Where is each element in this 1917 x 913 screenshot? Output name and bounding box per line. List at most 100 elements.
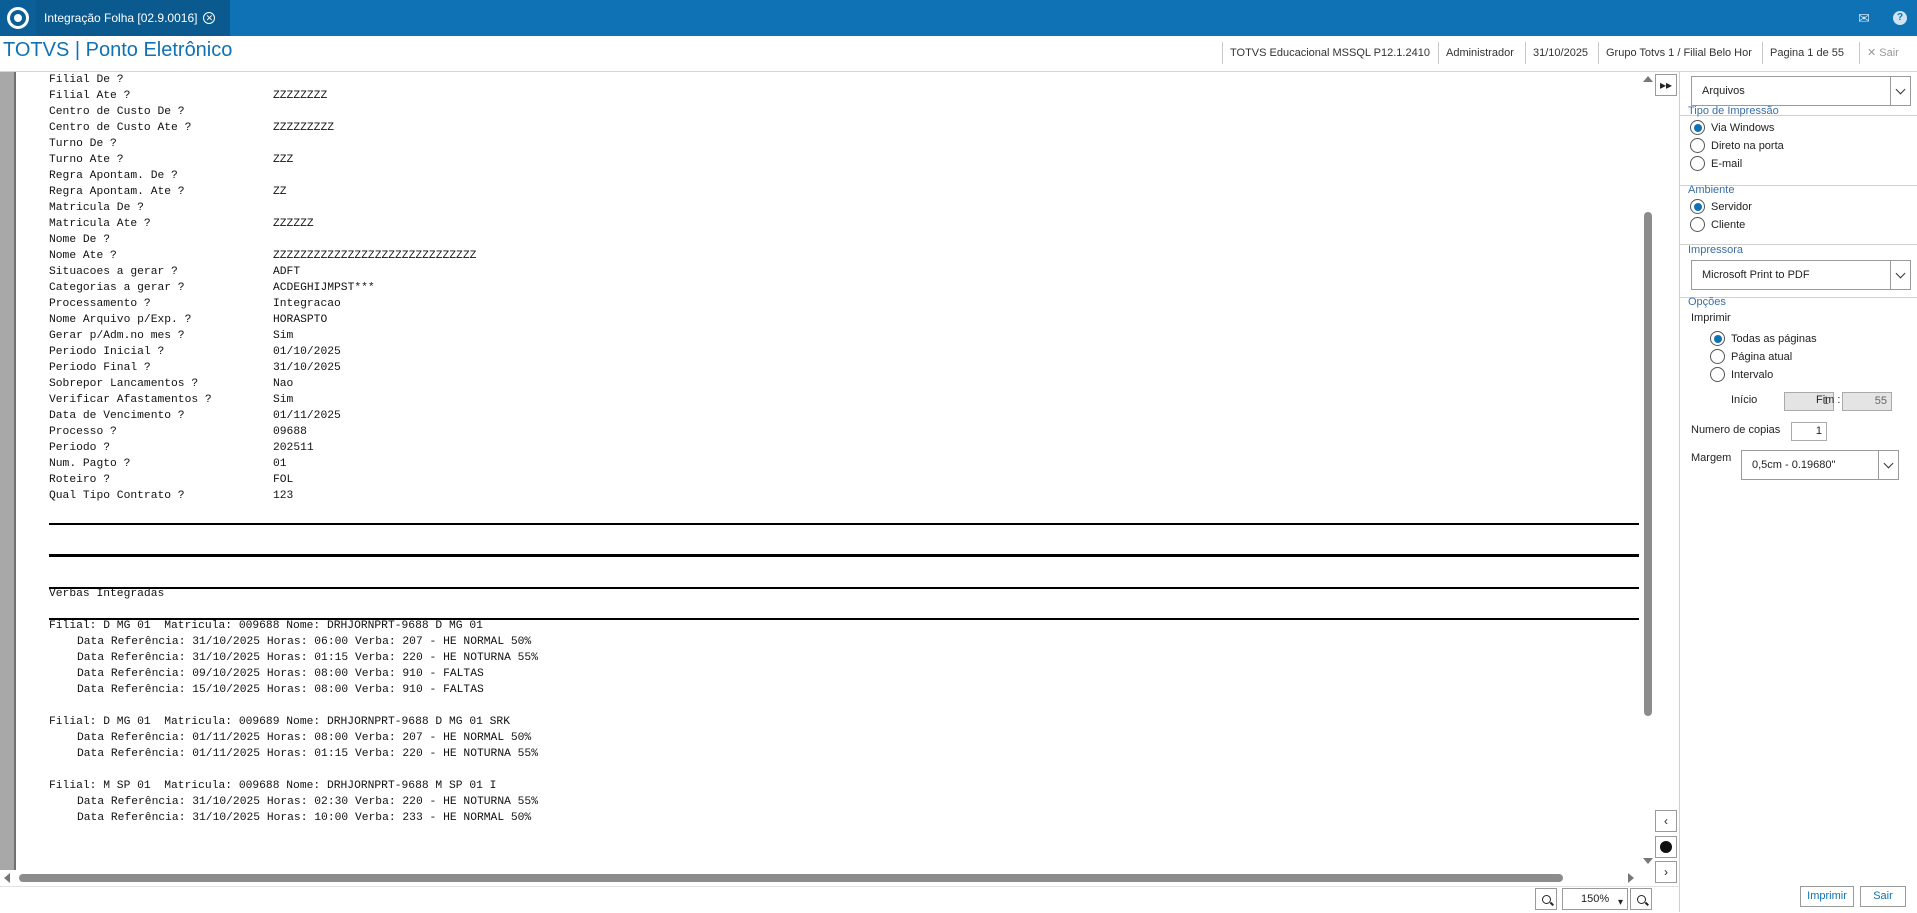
scroll-up-icon[interactable] [1643,76,1653,82]
param-row: Nome Ate ? ZZZZZZZZZZZZZZZZZZZZZZZZZZZZZZ [49,248,476,264]
left-margin-strip [0,72,16,870]
radio-label: Página atual [1731,350,1793,363]
zoom-select[interactable]: 150% ▾ [1562,888,1628,910]
chevron-down-icon [1890,77,1910,105]
param-row: Turno Ate ? ZZZ [49,152,476,168]
exit-button[interactable]: Sair [1860,886,1906,907]
param-value: Sim [273,394,294,406]
param-row: Centro de Custo Ate ? ZZZZZZZZZ [49,120,476,136]
scroll-down-icon[interactable] [1643,858,1653,864]
printer-select[interactable]: Microsoft Print to PDF [1691,260,1911,290]
verba-line: Data Referência: 31/10/2025 Horas: 01:15… [77,652,538,664]
totvs-logo[interactable] [0,0,36,36]
zoom-out-button[interactable] [1535,888,1557,910]
report-parameters: Filial De ? Filial Ate ? ZZZZZZZZ Centro de… [49,72,476,504]
separator-line [49,587,1639,589]
help-icon[interactable]: ? [1882,0,1917,36]
mail-icon[interactable]: ✉ [1846,0,1882,36]
param-value: ADFT [273,266,301,278]
verba-line: Data Referência: 01/11/2025 Horas: 08:00… [77,732,532,744]
zoom-value: 150% [1581,893,1610,905]
radio-via-windows[interactable]: Via Windows [1690,120,1774,135]
report-preview: Filial De ? Filial Ate ? ZZZZZZZZ Centro de… [16,72,1640,870]
exit-header-button[interactable]: ✕ Sair [1859,42,1906,64]
separator-line [49,554,1639,557]
radio-current-page[interactable]: Página atual [1710,349,1792,364]
print-label: Imprimir [1691,312,1731,324]
margin-select[interactable]: 0,5cm - 0.19680" [1741,450,1899,480]
vertical-scrollbar[interactable] [1640,72,1656,870]
copies-label: Numero de copias [1691,424,1781,436]
previous-page-button[interactable]: ‹ [1655,810,1677,832]
param-value: Integracao [273,298,341,310]
next-page-button[interactable]: › [1655,861,1677,883]
copies-input[interactable]: 1 [1791,422,1827,441]
radio-label: Via Windows [1711,121,1775,134]
user-info: Administrador [1438,42,1521,64]
param-label: Categorias a gerar ? [49,282,185,294]
param-label: Regra Apontam. Ate ? [49,186,185,198]
group-header: Filial: M SP 01 Matricula: 009688 Nome: … [49,780,497,792]
chevron-down-icon [1890,261,1910,289]
scroll-right-icon[interactable] [1628,873,1634,883]
verba-line: Data Referência: 15/10/2025 Horas: 08:00… [77,684,484,696]
radio-label: Servidor [1711,200,1752,213]
param-row: Categorias a gerar ? ACDEGHIJMPST*** [49,280,476,296]
vertical-scroll-thumb[interactable] [1644,212,1652,716]
radio-servidor[interactable]: Servidor [1690,199,1752,214]
separator-line [49,523,1639,525]
scroll-left-icon[interactable] [4,873,10,883]
chevron-right-icon: › [1664,865,1668,879]
param-value: HORASPTO [273,314,328,326]
param-label: Verificar Afastamentos ? [49,394,212,406]
param-row: Filial De ? [49,72,476,88]
param-row: Matricula Ate ? ZZZZZZ [49,216,476,232]
page-info: Pagina 1 de 55 [1762,42,1851,64]
radio-email[interactable]: E-mail [1690,156,1742,171]
end-page-input[interactable]: 55 [1842,392,1892,411]
radio-all-pages[interactable]: Todas as páginas [1710,331,1817,346]
chevron-down-icon: ▾ [1617,897,1623,908]
toggle-panel-button[interactable]: ▸▸ [1655,74,1677,96]
radio-label: Cliente [1711,218,1746,231]
param-label: Data de Vencimento ? [49,410,185,422]
param-value: 09688 [273,426,307,438]
param-label: Processo ? [49,426,117,438]
horizontal-scroll-thumb[interactable] [19,874,1563,882]
current-page-button[interactable] [1655,836,1677,858]
param-row: Nome De ? [49,232,476,248]
zoom-bar: 150% ▾ [0,886,1680,912]
tab-integracao-folha[interactable]: Integração Folha [02.9.0016] ✕ [36,0,230,36]
zoom-in-button[interactable] [1630,888,1652,910]
param-row: Processo ? 09688 [49,424,476,440]
group-header: Filial: D MG 01 Matricula: 009688 Nome: … [49,620,483,632]
chevron-left-icon: ‹ [1664,814,1668,828]
zoom-in-icon [1636,894,1646,904]
radio-interval[interactable]: Intervalo [1710,367,1773,382]
param-row: Matricula De ? [49,200,476,216]
tab-title: Integração Folha [02.9.0016] [44,11,198,25]
radio-direto-na-porta[interactable]: Direto na porta [1690,138,1784,153]
horizontal-scrollbar[interactable] [0,870,1640,886]
param-row: Filial Ate ? ZZZZZZZZ [49,88,476,104]
param-label: Processamento ? [49,298,151,310]
verba-group: Filial: M SP 01 Matricula: 009688 Nome: … [49,778,538,826]
param-value: ZZZ [273,154,294,166]
print-button[interactable]: Imprimir [1800,886,1854,907]
param-row: Roteiro ? FOL [49,472,476,488]
param-label: Matricula Ate ? [49,218,151,230]
param-row: Num. Pagto ? 01 [49,456,476,472]
param-value: ZZZZZZ [273,218,314,230]
param-row: Periodo ? 202511 [49,440,476,456]
close-icon[interactable]: ✕ [203,12,216,24]
destination-select[interactable]: Arquivos [1691,76,1911,106]
group-header: Filial: D MG 01 Matricula: 009689 Nome: … [49,716,510,728]
param-row: Sobrepor Lancamentos ? Nao [49,376,476,392]
param-row: Regra Apontam. Ate ? ZZ [49,184,476,200]
param-label: Sobrepor Lancamentos ? [49,378,199,390]
section-title: Verbas Integradas [49,588,165,600]
radio-cliente[interactable]: Cliente [1690,217,1745,232]
print-options-panel: Arquivos Tipo de Impressão Via Windows D… [1679,72,1917,912]
param-label: Matricula De ? [49,202,144,214]
exit-label: Sair [1879,47,1899,59]
